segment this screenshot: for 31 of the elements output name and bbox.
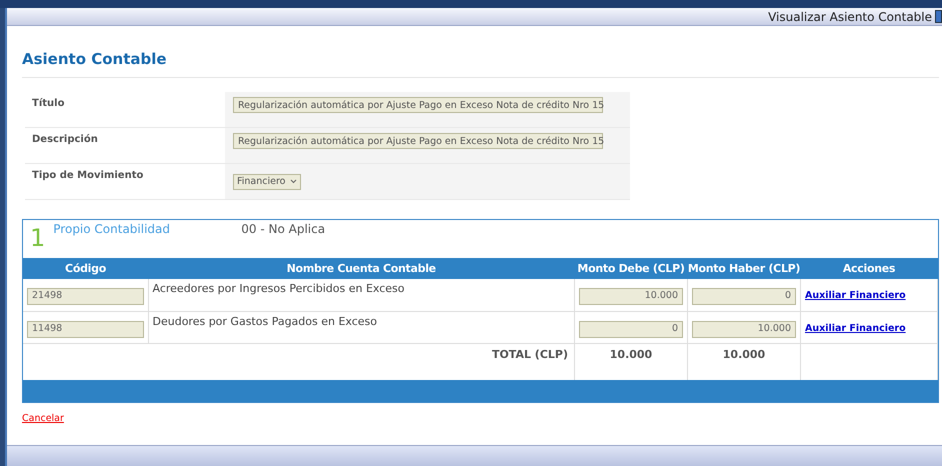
action-link[interactable]: Auxiliar Financiero	[805, 290, 906, 301]
column-header: Nombre Cuenta Contable	[148, 258, 574, 279]
field-label: Título	[31, 97, 66, 111]
total-value: 10.000	[610, 348, 652, 360]
field-label: Descripción	[31, 133, 99, 147]
window-title: Visualizar Asiento Contable	[768, 10, 932, 24]
total-label: TOTAL (CLP)	[492, 348, 568, 360]
column-header: Monto Haber (CLP)	[688, 258, 800, 279]
text-field[interactable]: Regularización automática por Ajuste Pago en Exceso Nota de crédito Nro 15	[233, 133, 603, 149]
column-header: Monto Debe (CLP)	[574, 258, 688, 279]
field-label: Tipo de Movimiento	[31, 169, 144, 183]
section-subtitle: 00 - No Aplica	[241, 222, 326, 236]
amount-field[interactable]: 0	[579, 320, 683, 338]
code-field[interactable]: 21498	[27, 288, 144, 305]
total-value: 10.000	[722, 348, 766, 360]
table-cell: Acreedores por Ingresos Percibidos en Exceso	[148, 279, 574, 311]
cancel-link[interactable]: Cancelar	[22, 412, 64, 424]
text-field[interactable]: Regularización automática por Ajuste Pago en Exceso Nota de crédito Nro 15	[233, 97, 603, 113]
caret-icon	[290, 179, 296, 184]
page-heading: Asiento Contable	[22, 50, 939, 78]
amount-field[interactable]: 0	[692, 288, 796, 305]
table-cell: Deudores por Gastos Pagados en Exceso	[148, 311, 574, 343]
amount-field[interactable]: 10.000	[692, 320, 796, 338]
column-header: Acciones	[800, 258, 938, 279]
section-number: 1	[30, 224, 46, 252]
code-field[interactable]: 11498	[27, 320, 144, 338]
section-title: Propio Contabilidad	[53, 222, 172, 236]
dropdown[interactable]: Financiero	[233, 174, 300, 190]
action-link[interactable]: Auxiliar Financiero	[805, 322, 906, 334]
column-header: Código	[23, 258, 148, 279]
amount-field[interactable]: 10.000	[579, 288, 683, 305]
